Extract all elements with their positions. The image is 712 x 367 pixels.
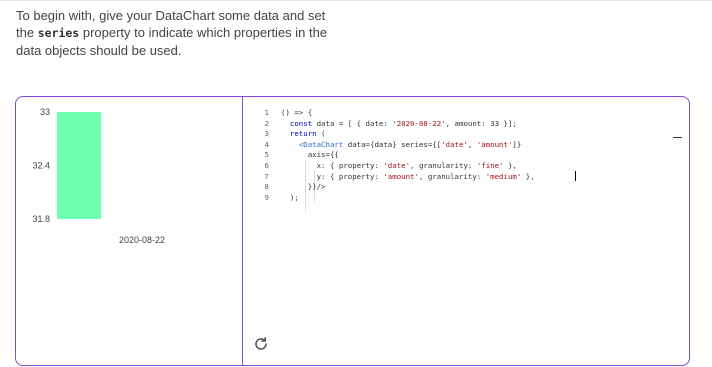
code-line: return ( <box>289 129 326 139</box>
code-playground: 33 32.4 31.8 2020-08-22 123456789 () => { c… <box>15 96 690 366</box>
code-line: ); <box>281 192 299 202</box>
text-cursor <box>575 171 576 181</box>
code-line: () => { <box>281 108 313 117</box>
data-chart: 33 32.4 31.8 2020-08-22 <box>32 107 165 245</box>
line-number: 9 <box>264 192 269 202</box>
line-number: 7 <box>264 171 269 181</box>
code-editor[interactable]: 123456789 () => { const data = [ { date:… <box>243 97 689 365</box>
code-line: x: { property: 'date', granularity: 'fin… <box>281 160 517 170</box>
line-number: 5 <box>264 150 269 160</box>
refresh-icon <box>255 337 267 350</box>
code-line: }}/> <box>281 182 326 192</box>
line-number: 2 <box>264 118 269 128</box>
line-number: 3 <box>264 129 269 139</box>
code-line: <DataChart data={data} series={['date', … <box>298 139 522 149</box>
line-number-gutter: 123456789 <box>257 108 269 203</box>
line-number: 1 <box>264 108 269 117</box>
line-number: 4 <box>264 139 269 149</box>
code-lines[interactable]: () => { const data = [ { date: '2020-08-… <box>281 108 535 203</box>
x-tick-label: 2020-08-22 <box>119 235 165 245</box>
code-line: y: { property: 'amount', granularity: 'm… <box>281 171 535 181</box>
code-line: axis={{ <box>281 150 339 160</box>
scroll-indicator[interactable] <box>673 137 682 138</box>
code-line: const data = [ { date: '2020-08-22', amo… <box>289 118 517 128</box>
top-border <box>0 0 712 1</box>
y-tick-label: 32.4 <box>32 161 50 171</box>
chart-preview: 33 32.4 31.8 2020-08-22 <box>16 97 242 365</box>
reset-code-button[interactable] <box>253 336 269 352</box>
y-tick-label: 33 <box>40 107 50 117</box>
chart-bar <box>57 112 101 219</box>
line-number: 8 <box>264 182 269 192</box>
line-number: 6 <box>264 160 269 170</box>
y-tick-label: 31.8 <box>32 214 50 224</box>
intro-code-word: series <box>37 26 80 40</box>
intro-paragraph: To begin with, give your DataChart some … <box>16 7 336 59</box>
